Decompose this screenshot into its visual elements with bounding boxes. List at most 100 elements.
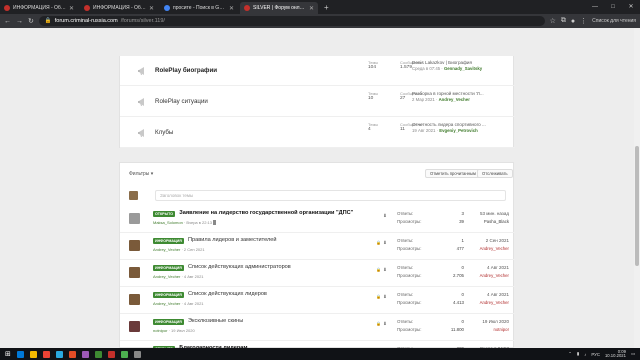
mark-read-button[interactable]: Отметить прочитанным: [425, 169, 481, 178]
thread-date[interactable]: 4 Авг 2021: [184, 274, 204, 279]
close-icon[interactable]: ✕: [149, 5, 154, 12]
taskbar-app-icon[interactable]: [81, 350, 89, 358]
extensions-icon[interactable]: ⧉: [561, 17, 566, 25]
thread-title[interactable]: Эксклюзивные скины: [188, 318, 408, 324]
minimize-button[interactable]: —: [586, 0, 604, 14]
filters-button[interactable]: Фильтры ▾: [129, 171, 153, 177]
subforum-row[interactable]: RolePlay ситуации Темы 10 Сообщения 27 Разбор…: [120, 87, 515, 117]
back-icon[interactable]: ←: [4, 18, 11, 25]
avatar[interactable]: [129, 213, 140, 224]
last-reply-time[interactable]: 4 Авг 2021: [487, 265, 509, 270]
browser-tab[interactable]: просите - Поиск в Google ✕: [160, 2, 238, 14]
notifications-icon[interactable]: ▭: [631, 351, 635, 357]
volume-icon[interactable]: ♪: [584, 352, 586, 357]
last-reply-user[interactable]: Andrey_Vecher: [480, 246, 509, 251]
subforum-title[interactable]: Клубы: [155, 129, 173, 136]
taskbar-app-icon[interactable]: [94, 350, 102, 358]
url-field[interactable]: 🔒 forum.criminal-russia.com/forums/silve…: [38, 16, 545, 26]
last-reply-user[interactable]: notnipor: [493, 327, 509, 332]
taskbar-app-icon[interactable]: [55, 350, 63, 358]
thread-date[interactable]: Вчера в 22:13: [186, 220, 212, 225]
reload-icon[interactable]: ↻: [28, 17, 34, 25]
thread-date[interactable]: 4 Авг 2021: [184, 301, 204, 306]
last-reply-time[interactable]: 19 Июл 2020: [482, 319, 509, 324]
close-icon[interactable]: ✕: [229, 5, 234, 12]
last-post-title[interactable]: Разборка в горной местности 'Л...: [412, 91, 512, 96]
replies-count: 0: [461, 265, 464, 270]
thread-row[interactable]: ИНФОРМАЦИЯ Правила лидеров и заместителей…: [120, 233, 515, 260]
last-post-user[interactable]: Evgeniy_Petrovich: [439, 128, 477, 133]
thread-author[interactable]: Maksa_Solomon: [153, 220, 183, 225]
thread-date[interactable]: 19 Июл 2020: [171, 328, 195, 333]
thread-title[interactable]: Список действующих лидеров: [188, 291, 408, 297]
browser-tab-strip: ИНФОРМАЦИЯ - Общий устав | S✕ИНФОРМАЦИЯ …: [0, 0, 640, 14]
close-icon[interactable]: ✕: [69, 5, 74, 12]
thread-meta: Andrey_Vecher · 4 Авг 2021: [153, 301, 204, 306]
avatar[interactable]: [129, 321, 140, 332]
last-reply-user[interactable]: Pasha_Black: [484, 219, 509, 224]
maximize-button[interactable]: □: [604, 0, 622, 14]
last-reply-user[interactable]: Andrey_Vecher: [480, 300, 509, 305]
browser-tab[interactable]: SILVER | Форум онлайн-игры C...✕: [240, 2, 318, 14]
thread-row[interactable]: ИНФОРМАЦИЯ Список действующих лидеров Andr…: [120, 287, 515, 314]
menu-icon[interactable]: ⋮: [580, 17, 587, 25]
avatar[interactable]: [129, 294, 140, 305]
subforum-row[interactable]: Клубы Темы 4 Сообщения 11 Отчетность лидера с…: [120, 118, 515, 148]
taskbar-app-icon[interactable]: [16, 350, 24, 358]
last-post-user[interactable]: Gennady_Savitsky: [444, 66, 482, 71]
scrollbar-thumb[interactable]: [635, 146, 639, 266]
subforum-row[interactable]: RolePlay биографии Темы 104 Сообщения 1.579 D…: [120, 56, 515, 86]
last-post-user[interactable]: Andrey_Vecher: [439, 97, 470, 102]
thread-prefix-badge: ИНФОРМАЦИЯ: [153, 292, 184, 298]
thread-row[interactable]: ОТКРЫТОБлагодарности лидерамnotnipor · 1…: [120, 341, 515, 348]
watch-button[interactable]: Отслеживать: [477, 169, 513, 178]
network-icon[interactable]: ▮: [577, 351, 579, 357]
taskbar-app-icon[interactable]: [42, 350, 50, 358]
last-reply-user[interactable]: Andrey_Vecher: [480, 273, 509, 278]
last-post-title[interactable]: Отчетность лидера спортивного ...: [412, 122, 512, 127]
avatar[interactable]: [129, 240, 140, 251]
thread-date[interactable]: 2 Сен 2021: [184, 247, 205, 252]
thread-title[interactable]: Заявление на лидерство государственной о…: [179, 210, 399, 216]
last-post-meta: 2 Мар 2021 · Andrey_Vecher: [412, 97, 470, 102]
thread-author[interactable]: notnipor: [153, 328, 167, 333]
forward-icon[interactable]: →: [16, 18, 23, 25]
reading-list[interactable]: Список для чтения: [592, 18, 636, 24]
subforum-title[interactable]: RolePlay ситуации: [155, 98, 208, 105]
profile-icon[interactable]: ●: [571, 18, 575, 25]
thread-row[interactable]: ИНФОРМАЦИЯ Список действующих администрат…: [120, 260, 515, 287]
last-reply-time[interactable]: 53 мин. назад: [480, 211, 509, 216]
thread-title[interactable]: Список действующих администраторов: [188, 264, 408, 270]
star-icon[interactable]: ☆: [550, 17, 556, 25]
thread-row[interactable]: ОТКРЫТО Заявление на лидерство государств…: [120, 206, 515, 233]
taskbar-app-icon[interactable]: [120, 350, 128, 358]
address-bar-row: ← → ↻ 🔒 forum.criminal-russia.com/forums…: [0, 14, 640, 28]
taskbar-app-icon[interactable]: [29, 350, 37, 358]
last-reply-time[interactable]: 4 Авг 2021: [487, 292, 509, 297]
taskbar-app-icon[interactable]: [107, 350, 115, 358]
chevron-up-icon[interactable]: ⌃: [568, 351, 572, 357]
thread-title[interactable]: Правила лидеров и заместителей: [188, 237, 408, 243]
page-scrollbar[interactable]: [634, 28, 640, 348]
last-post-title[interactable]: Denis Lakazkov | Биография: [412, 60, 512, 65]
subforum-title[interactable]: RolePlay биографии: [155, 67, 217, 74]
close-icon[interactable]: ✕: [309, 5, 314, 12]
taskbar-app-icon[interactable]: [133, 350, 141, 358]
thread-row[interactable]: ИНФОРМАЦИЯ Эксклюзивные скины notnipor · 1…: [120, 314, 515, 341]
new-tab-button[interactable]: +: [320, 2, 333, 14]
last-reply-time[interactable]: 2 Сен 2021: [486, 238, 509, 243]
avatar[interactable]: [129, 267, 140, 278]
clock[interactable]: 0:09 10.10.2021: [605, 349, 626, 359]
thread-author[interactable]: Andrey_Vecher: [153, 274, 180, 279]
browser-tab[interactable]: ИНФОРМАЦИЯ - Общий устав | S✕: [0, 2, 78, 14]
browser-tab[interactable]: ИНФОРМАЦИЯ - Общий устав | S✕: [80, 2, 158, 14]
taskbar-app-icon[interactable]: [68, 350, 76, 358]
pin-icon: ⬇: [383, 321, 387, 326]
thread-author[interactable]: Andrey_Vecher: [153, 301, 180, 306]
windows-start-icon[interactable]: ⊞: [5, 350, 11, 358]
thread-author[interactable]: Andrey_Vecher: [153, 247, 180, 252]
views-count: 477: [456, 246, 464, 251]
quick-thread-input[interactable]: Заголовок темы: [155, 190, 506, 201]
language-indicator[interactable]: РУС: [591, 352, 600, 357]
close-window-button[interactable]: ✕: [622, 0, 640, 14]
